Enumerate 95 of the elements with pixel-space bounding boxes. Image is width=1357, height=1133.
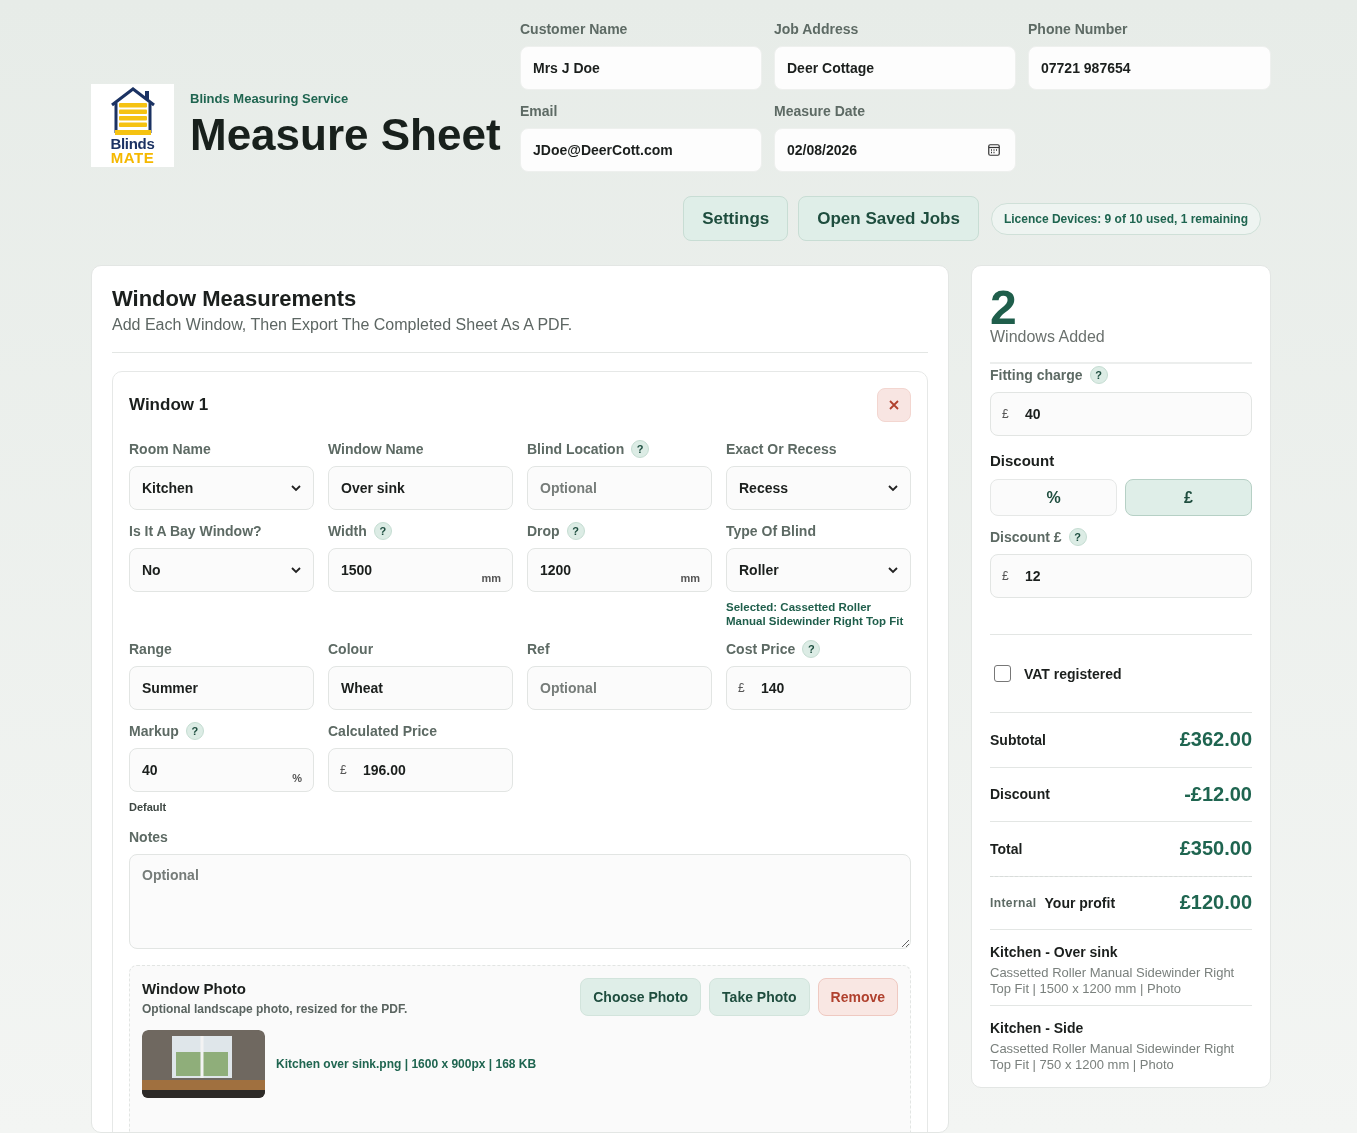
chevron-icon bbox=[888, 484, 898, 492]
field-label: Fitting charge bbox=[990, 367, 1083, 383]
close-icon bbox=[889, 400, 899, 410]
vat-checkbox[interactable] bbox=[994, 665, 1011, 682]
logo-text: Blinds bbox=[110, 137, 155, 151]
field-label: Width bbox=[328, 523, 367, 539]
app-subtitle: Blinds Measuring Service bbox=[190, 91, 350, 106]
input-field[interactable]: Wheat bbox=[328, 666, 513, 710]
input-field[interactable]: Deer Cottage bbox=[774, 46, 1016, 90]
field-label: Window Name bbox=[328, 441, 424, 457]
total-value: -£12.00 bbox=[1184, 782, 1252, 806]
photo-hint: Optional landscape photo, resized for the PDF. bbox=[142, 1002, 408, 1016]
photo-button[interactable]: Take Photo bbox=[709, 978, 810, 1016]
window-summary-detail: Cassetted Roller Manual Sidewinder Right Top Fit | 1500 x 1200 mm | Photo bbox=[990, 965, 1236, 997]
input-field[interactable]: Optional bbox=[527, 666, 712, 710]
unit-label: % bbox=[292, 772, 302, 784]
input-field[interactable]: Over sink bbox=[328, 466, 513, 510]
logo-text: MATE bbox=[110, 151, 155, 165]
chevron-icon bbox=[291, 484, 301, 492]
window-summary-title: Kitchen - Over sink bbox=[990, 944, 1119, 960]
currency-symbol: £ bbox=[1002, 569, 1009, 583]
photo-file-info: Kitchen over sink.png | 1600 x 900px | 168 KB bbox=[276, 1057, 537, 1071]
discount-title: Discount bbox=[990, 452, 1056, 469]
photo-title: Window Photo bbox=[142, 980, 247, 997]
input-field[interactable]: 07721 987654 bbox=[1028, 46, 1271, 90]
field-note: Default bbox=[129, 800, 168, 814]
help-icon[interactable]: ? bbox=[373, 522, 392, 540]
field-label: Customer Name bbox=[520, 21, 628, 37]
field-label: Discount £ bbox=[990, 529, 1062, 545]
discount-mode-toggle[interactable]: % bbox=[990, 479, 1117, 516]
field-label: Range bbox=[129, 641, 172, 657]
help-icon[interactable]: ? bbox=[802, 640, 821, 658]
field-label: Cost Price bbox=[726, 641, 796, 657]
window-title: Window 1 bbox=[129, 395, 209, 415]
field-label: Calculated Price bbox=[328, 723, 437, 739]
field-label: Type Of Blind bbox=[726, 523, 816, 539]
field-label: Measure Date bbox=[774, 103, 866, 119]
internal-tag: Internal bbox=[990, 895, 1037, 910]
toolbar-button[interactable]: Open Saved Jobs bbox=[798, 196, 979, 241]
total-value: £362.00 bbox=[1179, 728, 1252, 752]
photo-button[interactable]: Remove bbox=[817, 978, 898, 1016]
field-label: Exact Or Recess bbox=[726, 441, 837, 457]
help-icon[interactable]: ? bbox=[1068, 528, 1087, 546]
toolbar-button[interactable]: Settings bbox=[683, 196, 789, 241]
window-summary-title: Kitchen - Side bbox=[990, 1020, 1085, 1036]
photo-button[interactable]: Choose Photo bbox=[580, 978, 702, 1016]
field-label: Blind Location bbox=[527, 441, 625, 457]
section-subtitle: Add Each Window, Then Export The Completed Sheet As A PDF. bbox=[112, 316, 574, 334]
select-field[interactable]: Recess bbox=[726, 466, 911, 510]
input-field[interactable]: Mrs J Doe bbox=[520, 46, 762, 90]
window-count-label: Windows Added bbox=[990, 328, 1106, 346]
date-field[interactable]: 02/08/2026 bbox=[774, 128, 1016, 172]
field-label: Notes bbox=[129, 829, 168, 845]
field-label: Phone Number bbox=[1028, 21, 1128, 37]
window-summary-detail: Cassetted Roller Manual Sidewinder Right Top Fit | 750 x 1200 mm | Photo bbox=[990, 1041, 1236, 1073]
help-icon[interactable]: ? bbox=[1089, 366, 1108, 384]
help-icon[interactable]: ? bbox=[631, 440, 650, 458]
chevron-icon bbox=[291, 566, 301, 574]
discount-mode-toggle[interactable]: £ bbox=[1125, 479, 1252, 516]
field-label: Room Name bbox=[129, 441, 211, 457]
field-label: Ref bbox=[527, 641, 550, 657]
field-note: Selected: Cassetted Roller Manual Sidewinder Right Top Fit bbox=[726, 600, 905, 628]
field-label: Email bbox=[520, 103, 558, 119]
checkbox-label: VAT registered bbox=[1024, 665, 1122, 682]
page-title: Measure Sheet bbox=[190, 110, 501, 160]
select-field[interactable]: Kitchen bbox=[129, 466, 314, 510]
unit-label: mm bbox=[680, 572, 700, 584]
input-field[interactable]: Summer bbox=[129, 666, 314, 710]
remove-window-button[interactable] bbox=[877, 388, 911, 422]
input-field[interactable]: JDoe@DeerCott.com bbox=[520, 128, 762, 172]
currency-symbol: £ bbox=[340, 763, 347, 777]
field-label: Drop bbox=[527, 523, 560, 539]
total-label: Subtotal bbox=[990, 731, 1046, 748]
field-label: Markup bbox=[129, 723, 179, 739]
help-icon[interactable]: ? bbox=[566, 522, 585, 540]
calendar-icon[interactable] bbox=[988, 144, 1000, 156]
input-field[interactable]: Optional bbox=[527, 466, 712, 510]
total-value: £120.00 bbox=[1179, 891, 1252, 915]
chevron-icon bbox=[888, 566, 898, 574]
field-label: Job Address bbox=[774, 21, 859, 37]
currency-symbol: £ bbox=[1002, 407, 1009, 421]
section-title: Window Measurements bbox=[112, 286, 358, 312]
select-field[interactable]: Roller bbox=[726, 548, 911, 592]
total-label: Discount bbox=[990, 786, 1050, 803]
total-value: £350.00 bbox=[1179, 837, 1252, 861]
field-label: Colour bbox=[328, 641, 374, 657]
total-label: Total bbox=[990, 840, 1023, 857]
total-label: Your profit bbox=[1044, 894, 1116, 911]
unit-label: mm bbox=[481, 572, 501, 584]
licence-badge: Licence Devices: 9 of 10 used, 1 remaining bbox=[990, 202, 1261, 235]
select-field[interactable]: No bbox=[129, 548, 314, 592]
notes-field[interactable]: Optional bbox=[129, 854, 911, 949]
field-label: Is It A Bay Window? bbox=[129, 523, 262, 539]
currency-symbol: £ bbox=[738, 681, 745, 695]
help-icon[interactable]: ? bbox=[185, 722, 204, 740]
